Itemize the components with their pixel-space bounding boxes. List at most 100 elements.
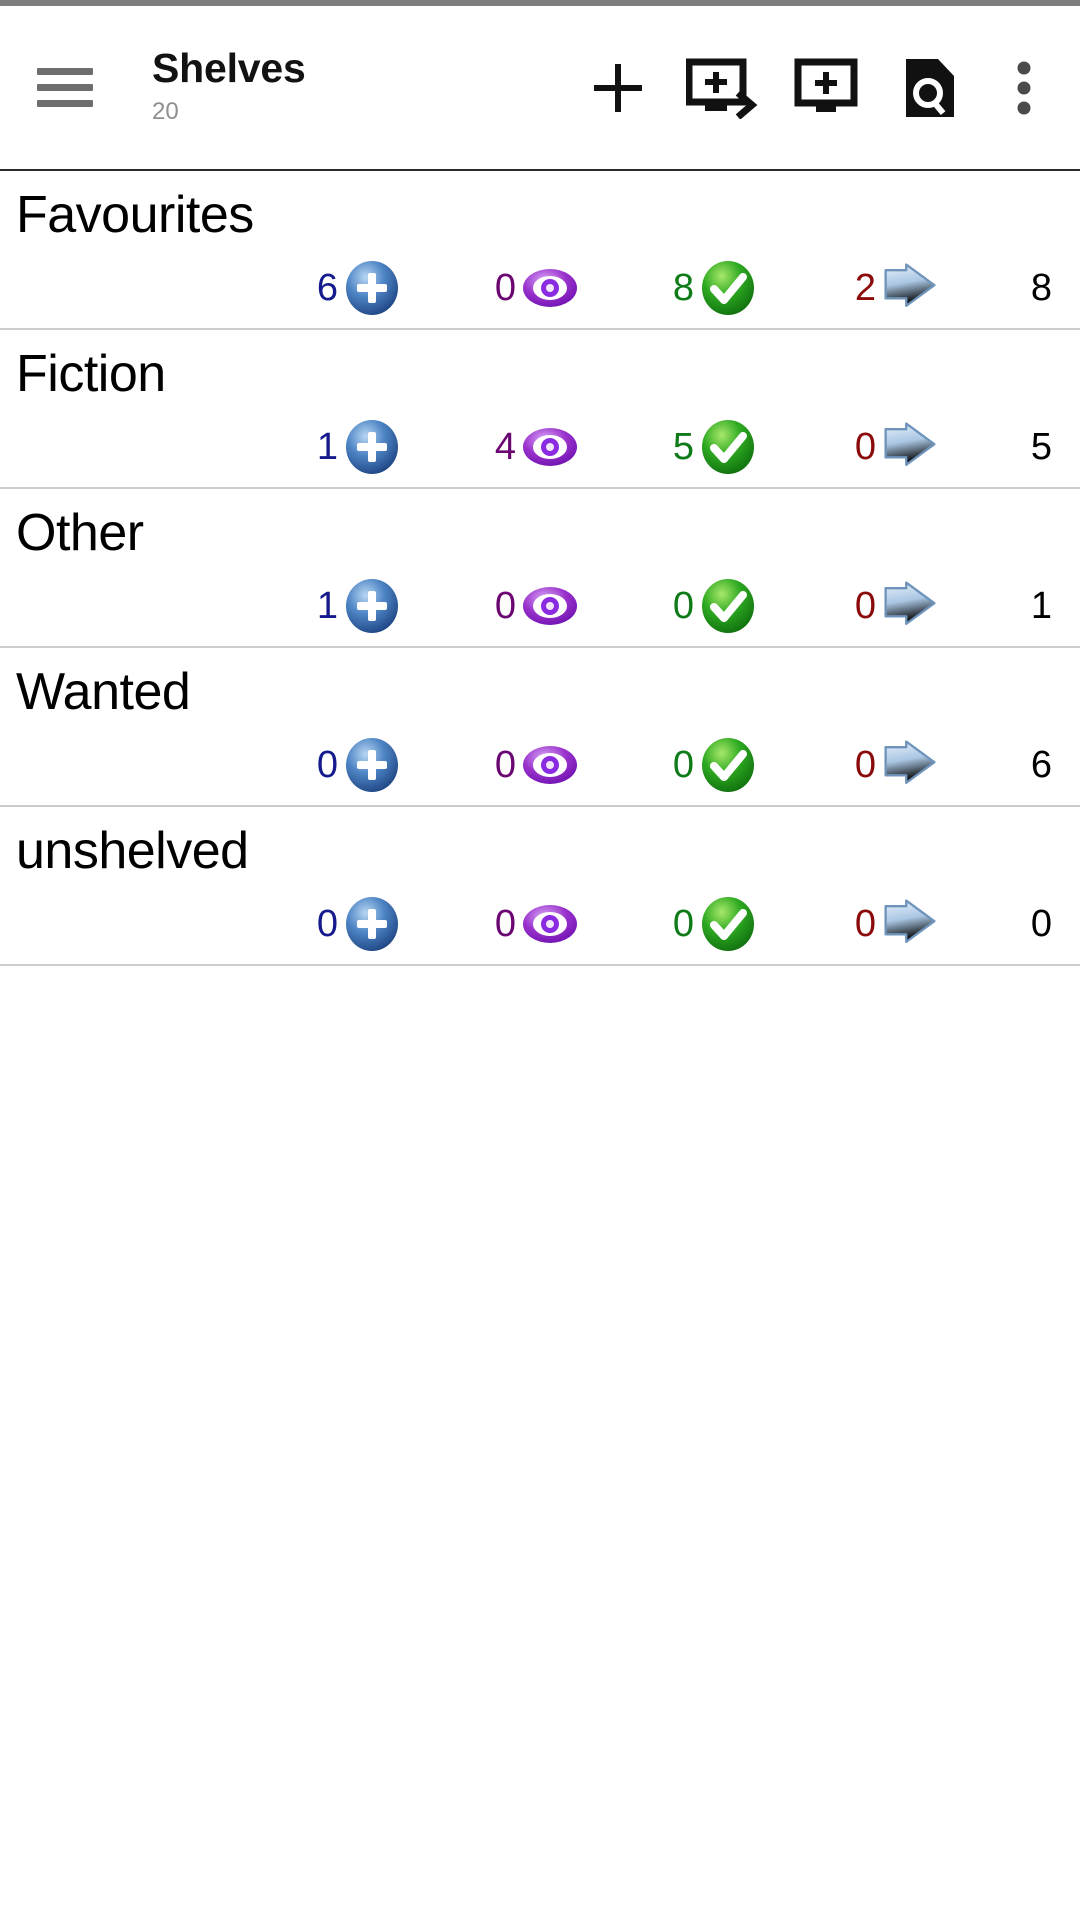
counter-to-read-value: 0	[316, 744, 338, 786]
counter-to-read-value: 0	[316, 903, 338, 945]
shelf-row[interactable]: Fiction 1 4 5 0 5	[0, 330, 1080, 489]
blue-plus-circle-icon	[342, 735, 402, 795]
counter-read-value: 8	[672, 267, 694, 309]
shelf-name: Other	[16, 504, 144, 562]
blue-arrow-right-icon	[880, 576, 940, 636]
counter-total-value: 6	[1030, 744, 1052, 786]
shelf-counters: 1 0 0 0 1	[0, 571, 1080, 641]
hamburger-bar	[37, 84, 93, 91]
add-and-go-button[interactable]	[670, 36, 774, 140]
blue-arrow-right-icon	[880, 258, 940, 318]
search-document-button[interactable]	[878, 36, 982, 140]
counter-reading[interactable]: 0	[470, 889, 580, 959]
counter-lent-value: 2	[854, 267, 876, 309]
counter-total-value: 1	[1030, 585, 1052, 627]
title-block: Shelves 20	[152, 46, 322, 128]
counter-lent-value: 0	[854, 744, 876, 786]
counter-lent-value: 0	[854, 585, 876, 627]
counter-reading-value: 0	[494, 267, 516, 309]
counter-reading[interactable]: 0	[470, 571, 580, 641]
blue-plus-circle-icon	[342, 576, 402, 636]
counter-read-value: 0	[672, 903, 694, 945]
green-check-circle-icon	[698, 258, 758, 318]
counter-reading[interactable]: 0	[470, 253, 580, 323]
counter-read[interactable]: 5	[648, 412, 758, 482]
green-check-circle-icon	[698, 894, 758, 954]
counter-lent-value: 0	[854, 426, 876, 468]
counter-reading-value: 0	[494, 744, 516, 786]
counter-lent[interactable]: 2	[820, 253, 940, 323]
blue-plus-circle-icon	[342, 258, 402, 318]
shelf-name: Fiction	[16, 345, 166, 403]
counter-lent[interactable]: 0	[820, 571, 940, 641]
page-subtitle-count: 20	[152, 97, 179, 125]
counter-read[interactable]: 0	[648, 571, 758, 641]
blue-arrow-right-icon	[880, 417, 940, 477]
counter-to-read-value: 1	[316, 585, 338, 627]
counter-total: 8	[980, 253, 1052, 323]
counter-lent[interactable]: 0	[820, 889, 940, 959]
counter-to-read[interactable]: 0	[292, 730, 402, 800]
counter-total-value: 8	[1030, 267, 1052, 309]
shelf-counters: 0 0	[0, 730, 1080, 800]
blue-arrow-right-icon	[880, 735, 940, 795]
purple-eye-icon	[520, 417, 580, 477]
counter-total: 6	[980, 730, 1052, 800]
counter-reading-value: 4	[494, 426, 516, 468]
counter-reading[interactable]: 4	[470, 412, 580, 482]
shelf-counters: 6 0 8 2 8	[0, 253, 1080, 323]
counter-read-value: 0	[672, 585, 694, 627]
purple-eye-icon	[520, 735, 580, 795]
shelf-list: Favourites 6 0 8 2 8 Fiction 1 4 5 0 5 O…	[0, 171, 1080, 966]
counter-read-value: 0	[672, 744, 694, 786]
counter-read-value: 5	[672, 426, 694, 468]
blue-arrow-right-icon	[880, 894, 940, 954]
toolbar-actions	[566, 36, 1066, 140]
monitor-plus-arrow-icon	[686, 57, 758, 119]
counter-total-value: 0	[1030, 903, 1052, 945]
counter-to-read[interactable]: 1	[292, 571, 402, 641]
plus-icon	[587, 57, 649, 119]
counter-reading[interactable]: 0	[470, 730, 580, 800]
counter-to-read-value: 1	[316, 426, 338, 468]
counter-read[interactable]: 0	[648, 889, 758, 959]
shelf-row[interactable]: Wanted 0 0 0 0 6	[0, 648, 1080, 807]
hamburger-bar	[37, 100, 93, 107]
purple-eye-icon	[520, 894, 580, 954]
add-shelf-button[interactable]	[566, 36, 670, 140]
counter-lent[interactable]: 0	[820, 730, 940, 800]
app-toolbar: Shelves 20	[0, 6, 1080, 171]
overflow-menu-button[interactable]	[982, 36, 1066, 140]
blue-plus-circle-icon	[342, 894, 402, 954]
counter-read[interactable]: 0	[648, 730, 758, 800]
counter-to-read[interactable]: 0	[292, 889, 402, 959]
shelf-row[interactable]: Other 1 0 0 0 1	[0, 489, 1080, 648]
counter-read[interactable]: 8	[648, 253, 758, 323]
purple-eye-icon	[520, 576, 580, 636]
counter-total: 1	[980, 571, 1052, 641]
counter-total: 5	[980, 412, 1052, 482]
shelf-row[interactable]: unshelved 0 0 0 0 0	[0, 807, 1080, 966]
counter-total-value: 5	[1030, 426, 1052, 468]
green-check-circle-icon	[698, 735, 758, 795]
counter-to-read[interactable]: 6	[292, 253, 402, 323]
counter-reading-value: 0	[494, 585, 516, 627]
counter-total: 0	[980, 889, 1052, 959]
blue-plus-circle-icon	[342, 417, 402, 477]
add-to-screen-button[interactable]	[774, 36, 878, 140]
counter-lent[interactable]: 0	[820, 412, 940, 482]
hamburger-menu-icon[interactable]	[34, 57, 96, 119]
counter-lent-value: 0	[854, 903, 876, 945]
shelf-name: Favourites	[16, 186, 254, 244]
monitor-plus-icon	[794, 57, 858, 119]
counter-to-read-value: 6	[316, 267, 338, 309]
three-dot-vertical-icon	[1014, 57, 1034, 119]
shelf-row[interactable]: Favourites 6 0 8 2 8	[0, 171, 1080, 330]
green-check-circle-icon	[698, 576, 758, 636]
shelf-counters: 0 0	[0, 889, 1080, 959]
document-search-icon	[902, 57, 958, 119]
green-check-circle-icon	[698, 417, 758, 477]
shelf-name: unshelved	[16, 822, 249, 880]
counter-to-read[interactable]: 1	[292, 412, 402, 482]
hamburger-bar	[37, 68, 93, 75]
